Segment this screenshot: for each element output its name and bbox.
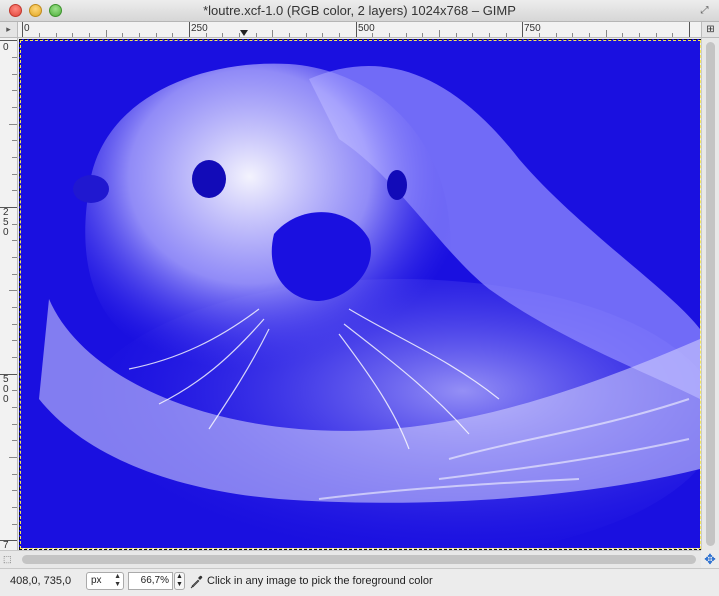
window-title: *loutre.xcf-1.0 (RGB color, 2 layers) 10… xyxy=(203,3,516,18)
status-bar: 408,0, 735,0 px ▲ ▼ 66,7% ▲ ▼ Click in any… xyxy=(0,568,719,596)
ruler-corner-menu-button[interactable]: ▸ xyxy=(0,22,18,38)
move-icon[interactable]: ✥ xyxy=(701,550,719,568)
horizontal-scroll-thumb[interactable] xyxy=(22,555,696,564)
unit-value: px xyxy=(91,575,102,586)
pointer-coordinates: 408,0, 735,0 xyxy=(10,575,72,587)
vertical-ruler[interactable]: 0 250 500 7 xyxy=(0,38,18,550)
hruler-label-500: 500 xyxy=(358,23,375,34)
image-canvas[interactable] xyxy=(19,39,701,550)
unit-stepper-icon[interactable]: ▲ ▼ xyxy=(114,573,121,589)
horizontal-scrollbar[interactable]: ⬚ xyxy=(0,550,701,568)
navigate-icon[interactable]: ⊞ xyxy=(701,22,719,38)
vertical-scroll-thumb[interactable] xyxy=(706,42,715,546)
vruler-label-250: 250 xyxy=(3,207,9,238)
vruler-label-500: 500 xyxy=(3,374,9,405)
vertical-scrollbar[interactable] xyxy=(701,38,719,550)
hruler-label-0: 0 xyxy=(24,23,30,34)
pointer-position-marker xyxy=(240,30,248,36)
zoom-stepper-icon[interactable]: ▲ ▼ xyxy=(174,572,185,590)
status-hint-text: Click in any image to pick the foregroun… xyxy=(207,575,433,587)
fullscreen-icon[interactable]: ⤢ xyxy=(698,5,711,17)
color-picker-icon xyxy=(190,575,203,589)
hruler-label-250: 250 xyxy=(191,23,208,34)
unit-selector[interactable]: px ▲ ▼ xyxy=(86,572,124,590)
selection-marching-ants xyxy=(19,39,701,550)
vruler-label-750: 7 xyxy=(3,540,9,550)
title-bar: *loutre.xcf-1.0 (RGB color, 2 layers) 10… xyxy=(0,0,719,22)
quick-mask-icon[interactable]: ⬚ xyxy=(3,554,12,565)
hruler-label-750: 750 xyxy=(524,23,541,34)
zoom-value: 66,7% xyxy=(140,575,169,586)
horizontal-ruler[interactable]: 0 250 500 750 xyxy=(18,22,701,38)
canvas-area[interactable] xyxy=(18,38,701,550)
zoom-field[interactable]: 66,7% xyxy=(128,572,173,590)
vruler-label-0: 0 xyxy=(3,42,9,53)
